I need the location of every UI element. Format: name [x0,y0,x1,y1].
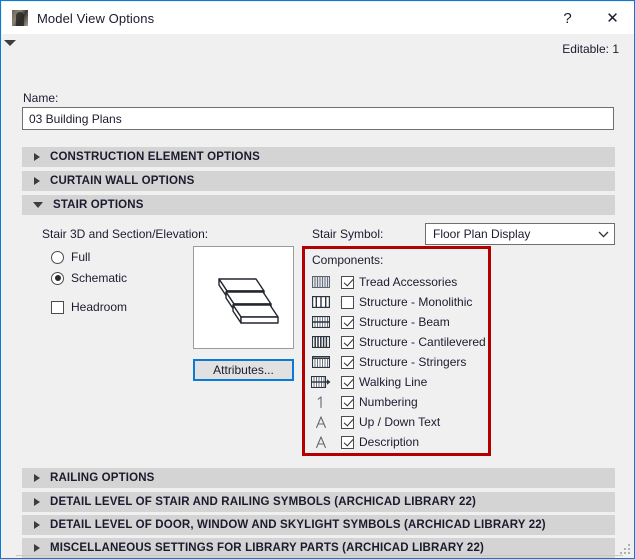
chevron-right-icon [34,153,40,161]
stair-symbol-label: Stair Symbol: [312,227,384,241]
component-checkbox[interactable] [341,295,354,309]
section-railing-options[interactable]: RAILING OPTIONS [22,468,615,488]
chevron-down-icon [592,231,614,238]
section-label: CURTAIN WALL OPTIONS [50,175,195,187]
chevron-right-icon [34,498,40,506]
component-label: Structure - Cantilevered [359,335,486,349]
component-label: Description [359,435,420,449]
editable-status: Editable: 1 [562,42,619,56]
description-icon [311,435,331,449]
component-structure-stringers[interactable]: Structure - Stringers [311,352,486,372]
section-label: DETAIL LEVEL OF DOOR, WINDOW AND SKYLIGH… [50,519,546,531]
chevron-right-icon [34,521,40,529]
component-label: Numbering [359,395,418,409]
help-button[interactable]: ? [545,2,590,34]
component-checkbox[interactable] [341,375,354,389]
walking-line-icon [311,375,331,389]
chevron-down-icon [33,202,43,208]
section-label: RAILING OPTIONS [50,472,155,484]
title-bar: Model View Options ? ✕ [2,2,634,34]
component-checkbox[interactable] [341,395,354,409]
component-structure-beam[interactable]: Structure - Beam [311,312,486,332]
archicad-logo-icon [12,10,28,26]
section-label: CONSTRUCTION ELEMENT OPTIONS [50,151,260,163]
component-label: Up / Down Text [359,415,441,429]
stair-3d-section-label: Stair 3D and Section/Elevation: [42,227,209,241]
chevron-right-icon [34,474,40,482]
structure-stringers-icon [311,355,331,369]
window-controls: ? ✕ [545,2,634,34]
checkbox-headroom-label: Headroom [71,300,128,314]
tread-accessories-icon [311,275,331,289]
resize-grip[interactable] [620,544,632,556]
section-label: MISCELLANEOUS SETTINGS FOR LIBRARY PARTS… [50,542,484,554]
component-tread-accessories[interactable]: Tread Accessories [311,272,486,292]
radio-schematic-label: Schematic [71,271,128,285]
component-checkbox[interactable] [341,435,354,449]
component-up-down-text[interactable]: Up / Down Text [311,412,486,432]
component-label: Walking Line [359,375,428,389]
chevron-right-icon [34,544,40,552]
section-detail-level-stair-railing-symbols[interactable]: DETAIL LEVEL OF STAIR AND RAILING SYMBOL… [22,492,615,512]
chevron-down-icon[interactable] [4,40,16,46]
section-detail-level-door-window-skylight-symbols[interactable]: DETAIL LEVEL OF DOOR, WINDOW AND SKYLIGH… [22,515,615,535]
section-curtain-wall-options[interactable]: CURTAIN WALL OPTIONS [22,171,615,191]
section-label: STAIR OPTIONS [53,199,144,211]
structure-cantilevered-icon [311,335,331,349]
structure-monolithic-icon [311,295,331,309]
model-view-options-dialog: Model View Options ? ✕ Editable: 1 Name:… [0,0,635,559]
footer-divider [16,555,623,556]
components-label: Components: [312,253,384,267]
chevron-right-icon [34,177,40,185]
component-description[interactable]: Description [311,432,486,452]
window-title: Model View Options [37,10,155,26]
component-checkbox[interactable] [341,355,354,369]
radio-full-indicator [51,250,64,264]
radio-schematic-indicator [51,271,64,285]
attributes-button[interactable]: Attributes... [193,359,294,381]
component-structure-monolithic[interactable]: Structure - Monolithic [311,292,486,312]
stair-symbol-dropdown[interactable]: Floor Plan Display [425,223,615,245]
checkbox-headroom[interactable]: Headroom [51,300,127,314]
section-stair-options[interactable]: STAIR OPTIONS [22,195,615,215]
component-walking-line[interactable]: Walking Line [311,372,486,392]
component-structure-cantilevered[interactable]: Structure - Cantilevered [311,332,486,352]
checkbox-headroom-indicator [51,300,64,314]
component-label: Tread Accessories [359,275,458,289]
radio-schematic[interactable]: Schematic [51,271,127,285]
up-down-text-icon [311,415,331,429]
component-checkbox[interactable] [341,275,354,289]
component-label: Structure - Monolithic [359,295,473,309]
component-numbering[interactable]: Numbering [311,392,486,412]
component-checkbox[interactable] [341,335,354,349]
numbering-icon [311,395,331,409]
radio-full[interactable]: Full [51,250,90,264]
close-icon[interactable]: ✕ [590,2,634,34]
name-input[interactable] [22,107,614,130]
stair-preview-icon [218,278,279,324]
components-list: Tread Accessories Structure - Monolithic [311,272,486,452]
name-label: Name: [23,91,59,105]
dialog-content: Editable: 1 Name: CONSTRUCTION ELEMENT O… [2,34,634,558]
component-checkbox[interactable] [341,415,354,429]
component-checkbox[interactable] [341,315,354,329]
stair-preview [193,246,294,349]
section-label: DETAIL LEVEL OF STAIR AND RAILING SYMBOL… [50,496,477,508]
component-label: Structure - Stringers [359,355,467,369]
section-construction-element-options[interactable]: CONSTRUCTION ELEMENT OPTIONS [22,147,615,167]
structure-beam-icon [311,315,331,329]
stair-symbol-value: Floor Plan Display [433,227,531,241]
radio-full-label: Full [71,250,91,264]
component-label: Structure - Beam [359,315,450,329]
